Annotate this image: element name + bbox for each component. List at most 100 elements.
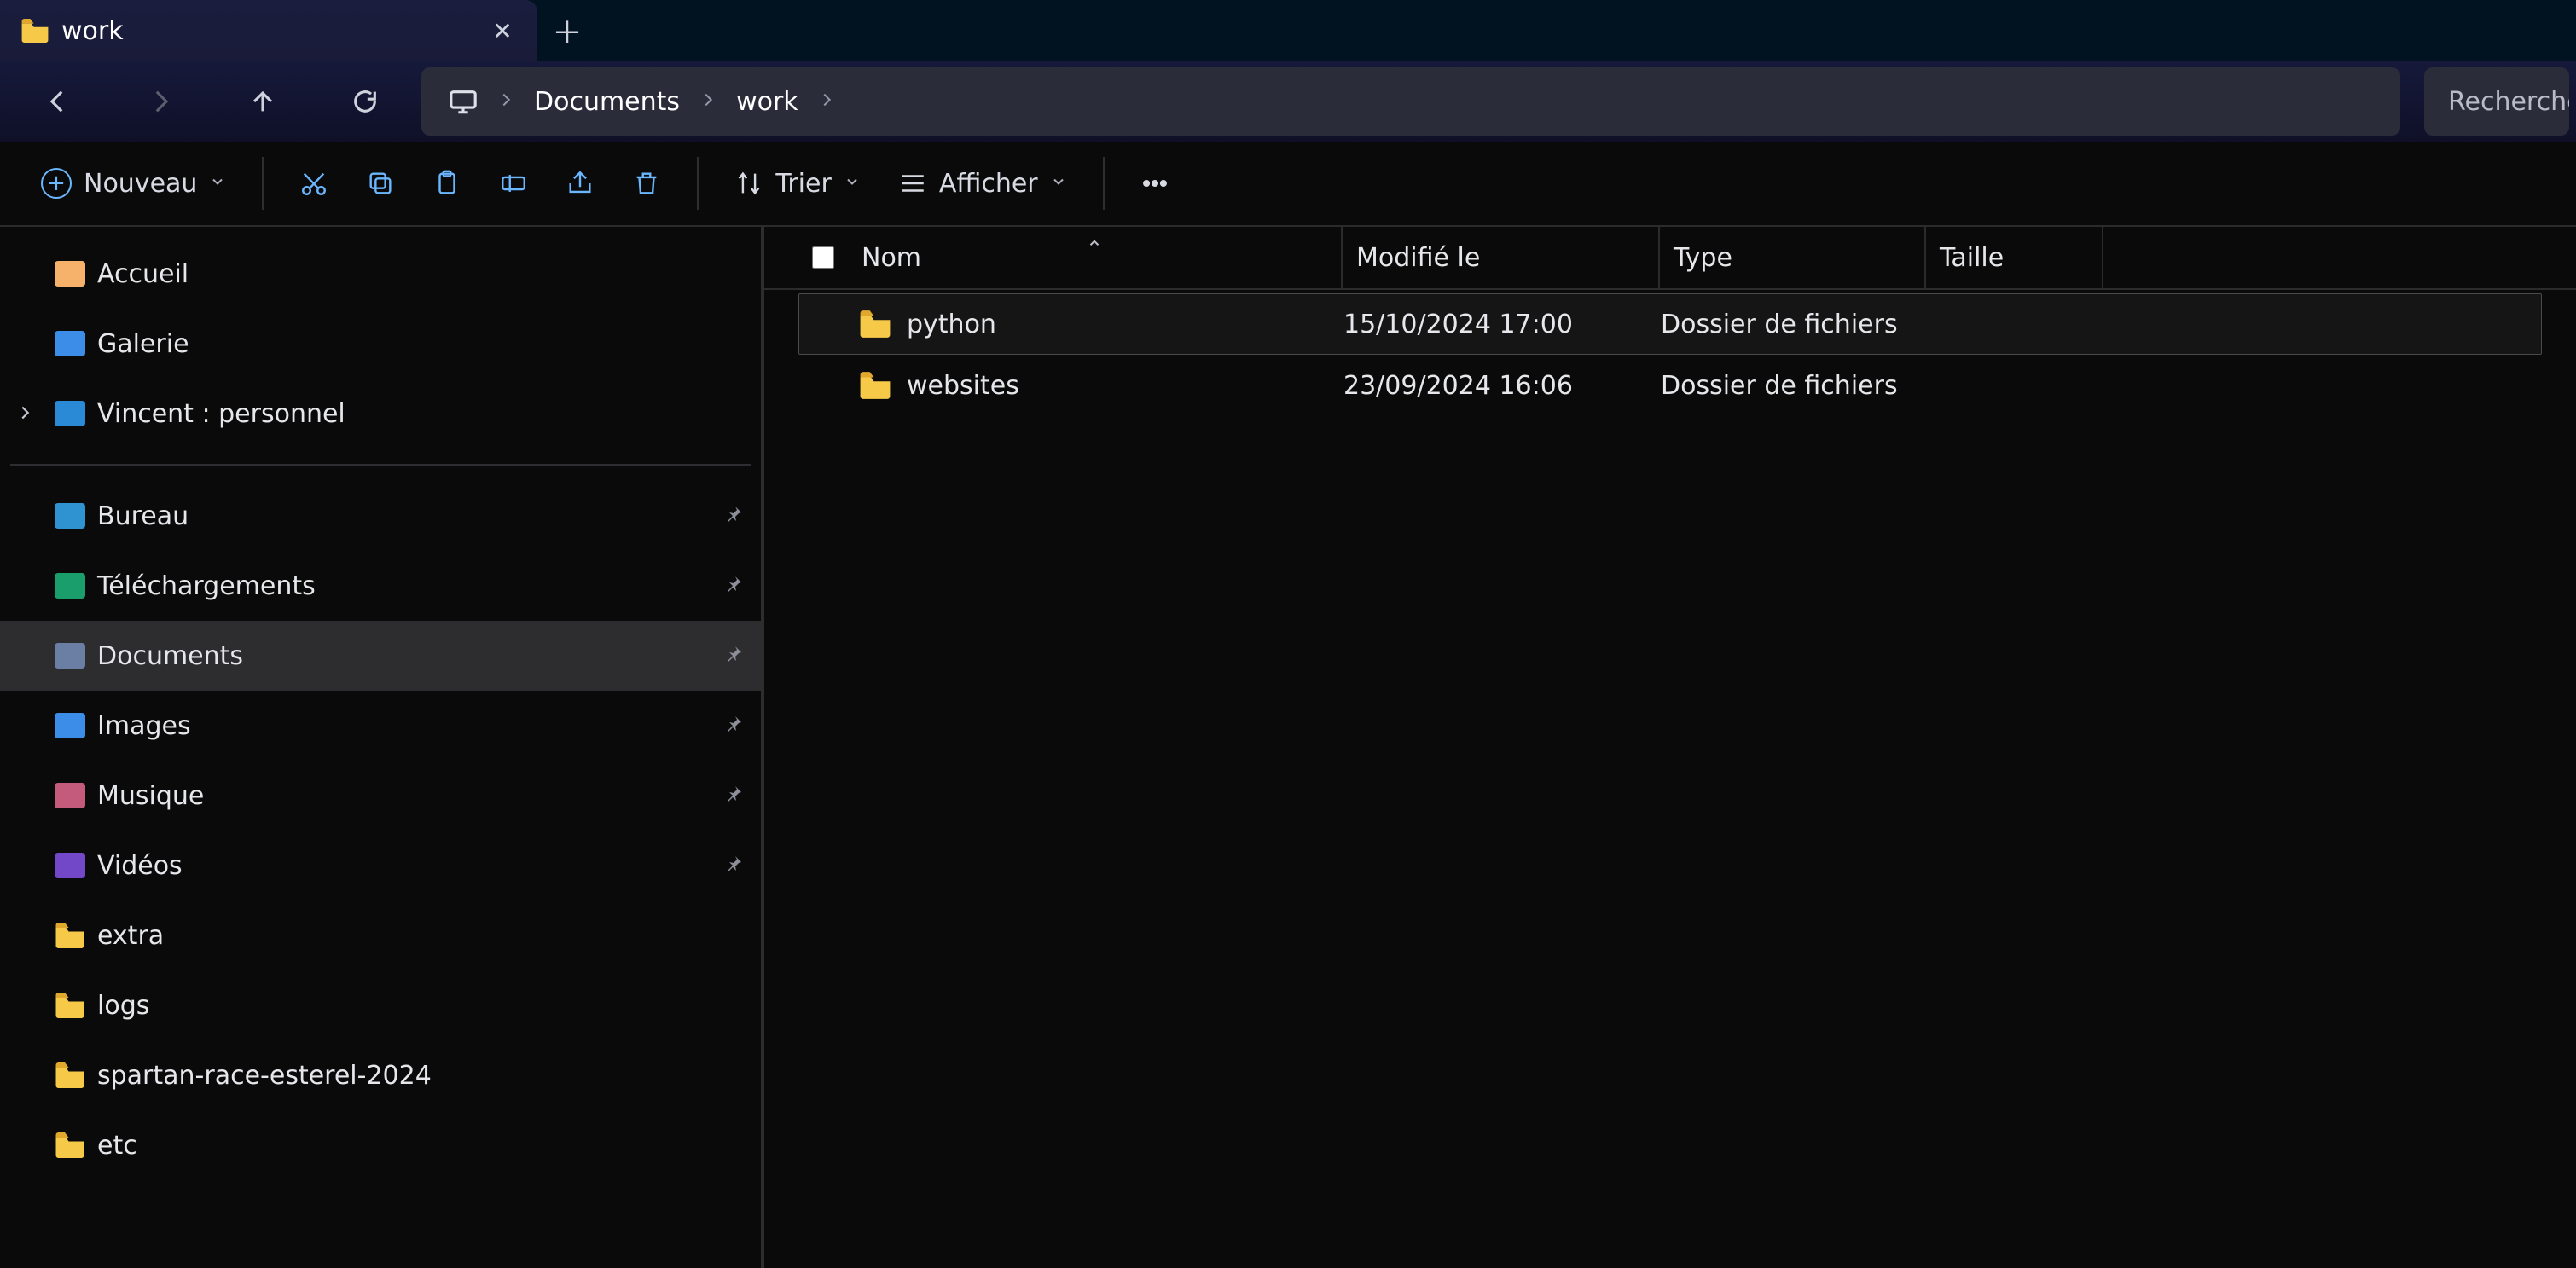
tab-work[interactable]: work ✕ — [0, 0, 537, 61]
folder-icon — [55, 923, 85, 948]
sidebar-item-spartan[interactable]: spartan-race-esterel-2024 — [0, 1040, 761, 1110]
sidebar-item-label: Images — [97, 711, 191, 741]
sidebar-icon — [55, 503, 85, 529]
folder-icon — [55, 1062, 85, 1088]
sidebar-item-label: etc — [97, 1131, 137, 1161]
pin-icon — [723, 851, 744, 881]
paste-button[interactable] — [415, 153, 479, 213]
column-headers: Nom Modifié le Type Taille — [764, 227, 2576, 290]
folder-icon — [55, 1132, 85, 1158]
sidebar-item-label: logs — [97, 991, 149, 1021]
separator — [697, 157, 699, 210]
chevron-right-icon — [699, 90, 717, 113]
sidebar-icon — [55, 573, 85, 599]
sidebar-item-label: Musique — [97, 781, 204, 811]
sidebar-icon — [55, 261, 85, 287]
file-modified: 23/09/2024 16:06 — [1343, 371, 1661, 401]
back-button[interactable] — [7, 66, 109, 137]
chevron-down-icon — [844, 173, 861, 194]
select-all-checkbox[interactable] — [812, 246, 834, 269]
chevron-down-icon — [209, 173, 226, 194]
toolbar: + Nouveau Trier Afficher — [0, 142, 2576, 227]
search-input[interactable]: Recherche — [2424, 67, 2569, 136]
sidebar-divider — [10, 464, 751, 466]
tab-title: work — [61, 16, 478, 46]
delete-button[interactable] — [615, 153, 678, 213]
sidebar-icon — [55, 331, 85, 356]
sidebar-item-label: Vidéos — [97, 851, 183, 881]
forward-button[interactable] — [109, 66, 212, 137]
sidebar-item-videos[interactable]: Vidéos — [0, 831, 761, 900]
sidebar-item-telechargements[interactable]: Téléchargements — [0, 551, 761, 621]
separator — [1103, 157, 1105, 210]
body: Accueil Galerie Vincent : personnel Bureau… — [0, 227, 2576, 1268]
folder-icon — [859, 372, 891, 399]
chevron-right-icon — [496, 90, 515, 113]
sidebar-item-bureau[interactable]: Bureau — [0, 481, 761, 551]
column-select-all[interactable] — [798, 226, 848, 289]
tab-strip: work ✕ ＋ — [0, 0, 2576, 61]
sidebar-item-etc[interactable]: etc — [0, 1110, 761, 1180]
separator — [262, 157, 264, 210]
new-button[interactable]: + Nouveau — [24, 153, 243, 213]
sidebar-item-label: Galerie — [97, 329, 189, 359]
up-button[interactable] — [212, 66, 314, 137]
chevron-right-icon — [15, 399, 34, 429]
view-button[interactable]: Afficher — [881, 153, 1084, 213]
file-row[interactable]: python15/10/2024 17:00Dossier de fichier… — [798, 293, 2542, 355]
sidebar-item-label: Téléchargements — [97, 571, 316, 601]
breadcrumb-documents[interactable]: Documents — [515, 67, 699, 136]
file-name: python — [907, 310, 996, 339]
sidebar-item-documents[interactable]: Documents — [0, 621, 761, 691]
pin-icon — [723, 641, 744, 671]
sidebar-item-label: spartan-race-esterel-2024 — [97, 1061, 432, 1091]
sidebar-item-label: Documents — [97, 641, 243, 671]
column-modified[interactable]: Modifié le — [1343, 226, 1660, 289]
sidebar-icon — [55, 643, 85, 669]
sidebar: Accueil Galerie Vincent : personnel Bureau… — [0, 227, 764, 1268]
sort-asc-icon — [1087, 228, 1102, 258]
sidebar-item-label: Vincent : personnel — [97, 399, 345, 429]
column-name[interactable]: Nom — [848, 226, 1343, 289]
file-type: Dossier de fichiers — [1661, 310, 1927, 339]
file-name: websites — [907, 371, 1019, 401]
sidebar-item-accueil[interactable]: Accueil — [0, 239, 761, 309]
column-type[interactable]: Type — [1660, 226, 1926, 289]
sidebar-icon — [55, 713, 85, 738]
sidebar-icon — [55, 783, 85, 808]
breadcrumb-pc[interactable] — [430, 67, 496, 136]
sidebar-item-label: Bureau — [97, 501, 189, 531]
content-pane: Nom Modifié le Type Taille python15/10/2… — [764, 227, 2576, 1268]
sidebar-icon — [55, 401, 85, 426]
sidebar-icon — [55, 853, 85, 878]
sort-button[interactable]: Trier — [717, 153, 877, 213]
share-button[interactable] — [548, 153, 612, 213]
copy-button[interactable] — [349, 153, 412, 213]
sidebar-item-onedrive[interactable]: Vincent : personnel — [0, 379, 761, 449]
column-size[interactable]: Taille — [1926, 226, 2103, 289]
rename-button[interactable] — [482, 153, 545, 213]
breadcrumb-bar[interactable]: Documents work — [421, 67, 2400, 136]
sidebar-item-galerie[interactable]: Galerie — [0, 309, 761, 379]
sidebar-item-musique[interactable]: Musique — [0, 761, 761, 831]
pin-icon — [723, 571, 744, 601]
sidebar-item-images[interactable]: Images — [0, 691, 761, 761]
more-button[interactable] — [1123, 153, 1186, 213]
cut-button[interactable] — [282, 153, 345, 213]
pin-icon — [723, 711, 744, 741]
breadcrumb-work[interactable]: work — [717, 67, 817, 136]
new-tab-button[interactable]: ＋ — [537, 0, 597, 61]
sidebar-item-label: extra — [97, 921, 164, 951]
file-row[interactable]: websites23/09/2024 16:06Dossier de fichi… — [798, 355, 2542, 416]
pin-icon — [723, 501, 744, 531]
tab-close-button[interactable]: ✕ — [490, 18, 515, 43]
folder-icon — [859, 310, 891, 338]
folder-icon — [20, 19, 49, 43]
sidebar-item-logs[interactable]: logs — [0, 970, 761, 1040]
refresh-button[interactable] — [314, 66, 416, 137]
search-placeholder: Recherche — [2448, 87, 2569, 117]
sidebar-item-label: Accueil — [97, 259, 189, 289]
sidebar-item-extra[interactable]: extra — [0, 900, 761, 970]
folder-icon — [55, 993, 85, 1018]
chevron-right-icon — [817, 90, 836, 113]
